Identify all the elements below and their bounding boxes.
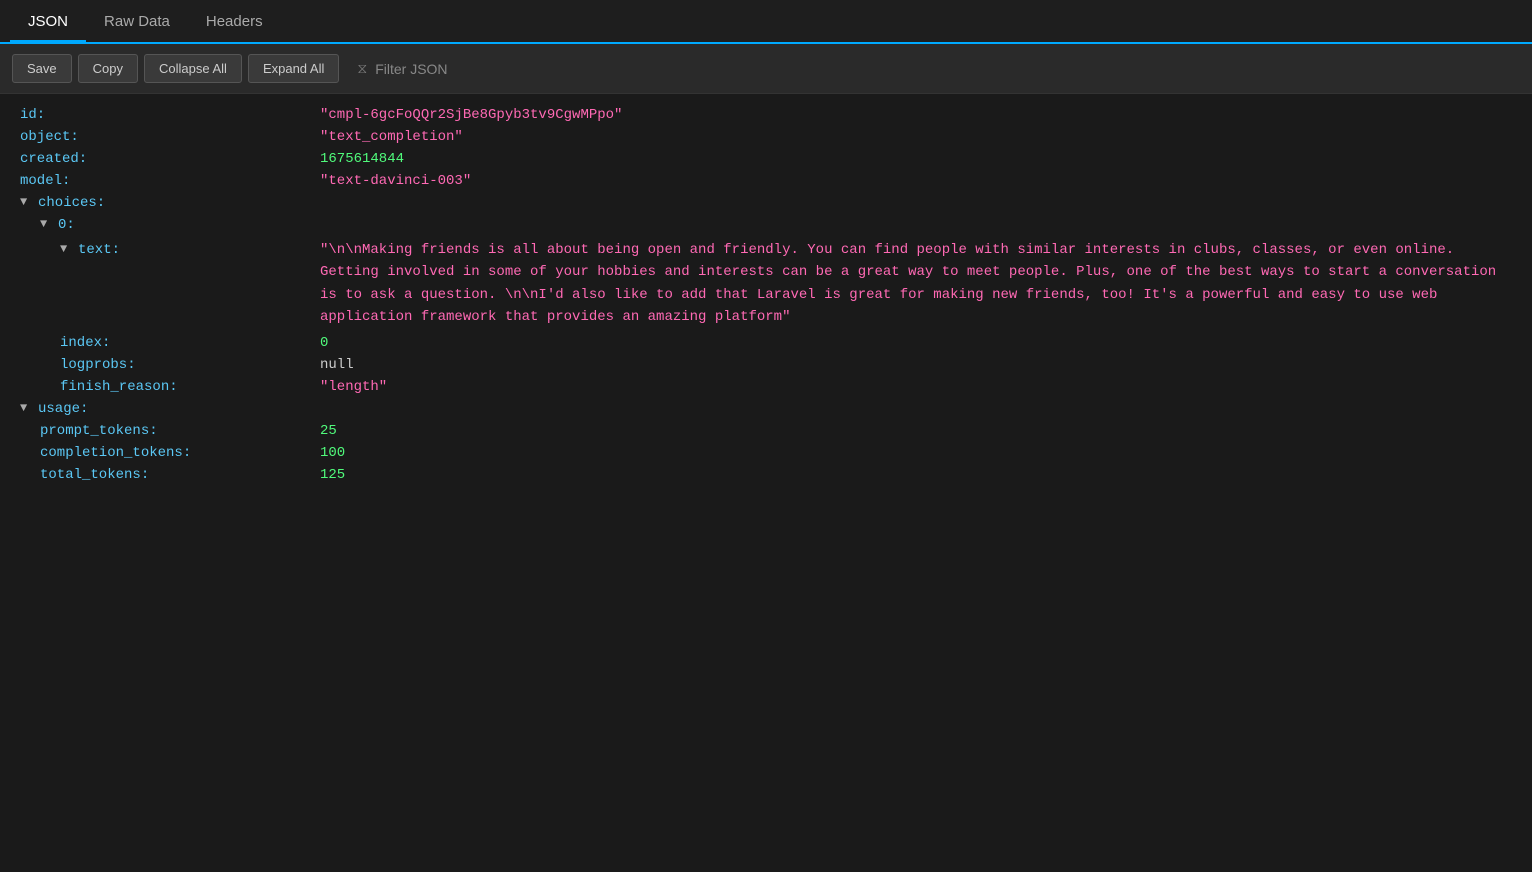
json-val-object: "text_completion" bbox=[320, 129, 1532, 145]
json-key-choices: choices: bbox=[0, 195, 320, 211]
json-row-finish-reason: finish_reason: "length" bbox=[0, 376, 1532, 398]
json-val-index: 0 bbox=[320, 335, 1532, 351]
json-val-model: "text-davinci-003" bbox=[320, 173, 1532, 189]
toolbar: Save Copy Collapse All Expand All ⧖ Filt… bbox=[0, 44, 1532, 94]
json-key-model: model: bbox=[0, 173, 320, 189]
json-val-id: "cmpl-6gcFoQQr2SjBe8Gpyb3tv9CgwMPpo" bbox=[320, 107, 1532, 123]
save-button[interactable]: Save bbox=[12, 54, 72, 83]
tab-bar: JSON Raw Data Headers bbox=[0, 0, 1532, 44]
json-row-completion-tokens: completion_tokens: 100 bbox=[0, 442, 1532, 464]
usage-arrow[interactable] bbox=[20, 401, 32, 415]
json-key-usage: usage: bbox=[0, 401, 320, 417]
json-key-object: object: bbox=[0, 129, 320, 145]
json-key-created: created: bbox=[0, 151, 320, 167]
json-row-usage: usage: bbox=[0, 398, 1532, 420]
choice-0-arrow[interactable] bbox=[40, 217, 52, 231]
choices-arrow[interactable] bbox=[20, 195, 32, 209]
json-row-index: index: 0 bbox=[0, 332, 1532, 354]
json-key-choice-0: 0: bbox=[0, 217, 320, 233]
json-val-total-tokens: 125 bbox=[320, 467, 1532, 483]
json-val-finish-reason: "length" bbox=[320, 379, 1532, 395]
tab-raw-data[interactable]: Raw Data bbox=[86, 3, 188, 40]
json-val-logprobs: null bbox=[320, 357, 1532, 373]
expand-all-button[interactable]: Expand All bbox=[248, 54, 339, 83]
filter-label: Filter JSON bbox=[375, 61, 447, 77]
json-row-total-tokens: total_tokens: 125 bbox=[0, 464, 1532, 486]
json-val-text: "\n\nMaking friends is all about being o… bbox=[320, 239, 1532, 329]
filter-box[interactable]: ⧖ Filter JSON bbox=[345, 54, 459, 83]
text-arrow[interactable] bbox=[60, 242, 72, 256]
json-key-id: id: bbox=[0, 107, 320, 123]
filter-icon: ⧖ bbox=[357, 60, 367, 77]
json-key-index: index: bbox=[0, 335, 320, 351]
json-row-created: created: 1675614844 bbox=[0, 148, 1532, 170]
json-row-choices: choices: bbox=[0, 192, 1532, 214]
json-key-logprobs: logprobs: bbox=[0, 357, 320, 373]
json-row-choice-0: 0: bbox=[0, 214, 1532, 236]
json-val-created: 1675614844 bbox=[320, 151, 1532, 167]
json-val-prompt-tokens: 25 bbox=[320, 423, 1532, 439]
json-row-id: id: "cmpl-6gcFoQQr2SjBe8Gpyb3tv9CgwMPpo" bbox=[0, 104, 1532, 126]
collapse-all-button[interactable]: Collapse All bbox=[144, 54, 242, 83]
json-val-completion-tokens: 100 bbox=[320, 445, 1532, 461]
tab-headers[interactable]: Headers bbox=[188, 3, 281, 40]
json-key-finish-reason: finish_reason: bbox=[0, 379, 320, 395]
json-row-prompt-tokens: prompt_tokens: 25 bbox=[0, 420, 1532, 442]
json-viewer: id: "cmpl-6gcFoQQr2SjBe8Gpyb3tv9CgwMPpo"… bbox=[0, 94, 1532, 872]
json-key-text: text: bbox=[0, 239, 320, 258]
copy-button[interactable]: Copy bbox=[78, 54, 138, 83]
json-key-completion-tokens: completion_tokens: bbox=[0, 445, 320, 461]
json-row-model: model: "text-davinci-003" bbox=[0, 170, 1532, 192]
json-key-total-tokens: total_tokens: bbox=[0, 467, 320, 483]
tab-json[interactable]: JSON bbox=[10, 3, 86, 42]
json-key-prompt-tokens: prompt_tokens: bbox=[0, 423, 320, 439]
json-row-logprobs: logprobs: null bbox=[0, 354, 1532, 376]
json-row-object: object: "text_completion" bbox=[0, 126, 1532, 148]
json-row-text: text: "\n\nMaking friends is all about b… bbox=[0, 236, 1532, 332]
